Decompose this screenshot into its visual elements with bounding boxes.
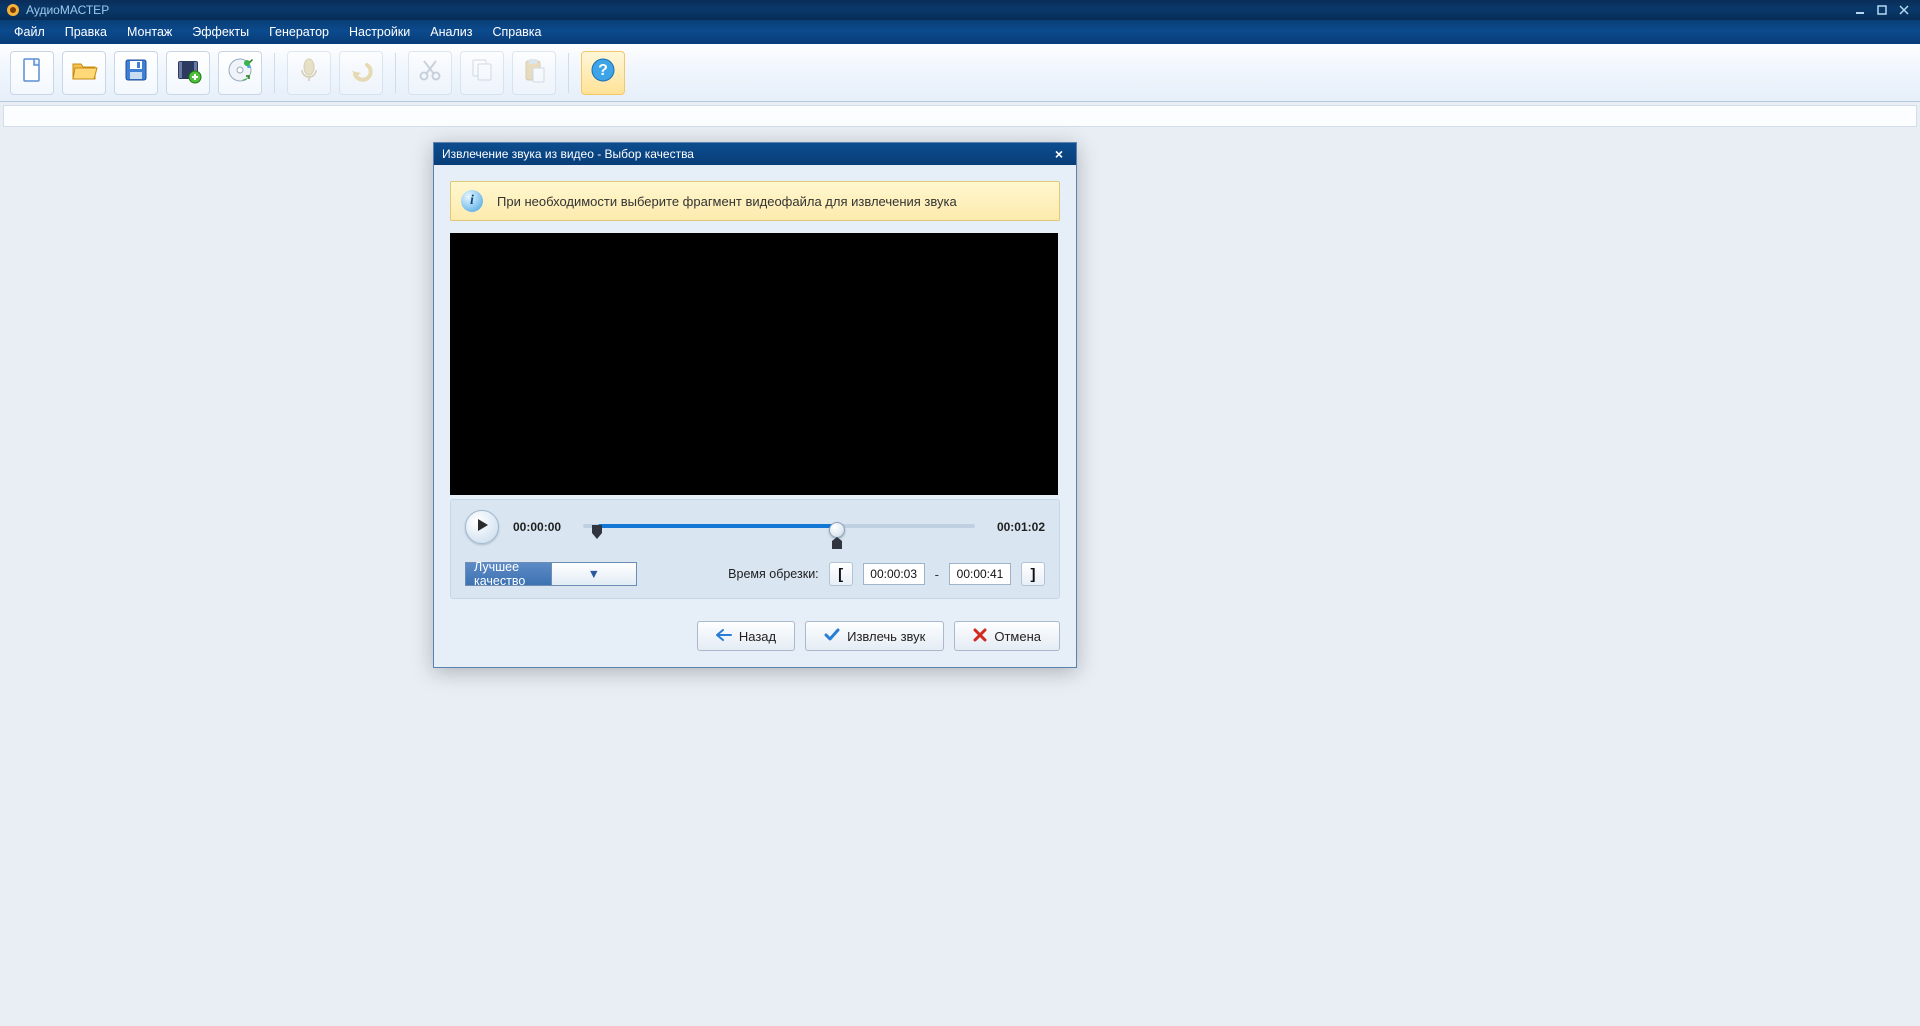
slider-fill (598, 524, 834, 528)
microphone-icon (295, 56, 323, 89)
quality-value: Лучшее качество (466, 560, 551, 588)
menu-generator[interactable]: Генератор (259, 22, 339, 42)
toolbar-separator (568, 53, 569, 93)
app-title: АудиоМАСТЕР (26, 3, 109, 17)
slider-thumb-icon (829, 522, 845, 538)
titlebar: АудиоМАСТЕР (0, 0, 1920, 20)
back-button-label: Назад (739, 629, 776, 644)
undo-icon (347, 56, 375, 89)
dialog-close-button[interactable]: × (1050, 146, 1068, 162)
trim-set-start-button[interactable]: [ (829, 562, 853, 586)
copy-icon (468, 56, 496, 89)
quality-combobox[interactable]: Лучшее качество ▼ (465, 562, 637, 586)
toolbar-help-button[interactable]: ? (581, 51, 625, 95)
svg-text:?: ? (598, 62, 608, 79)
toolbar-save-button[interactable] (114, 51, 158, 95)
menu-help[interactable]: Справка (482, 22, 551, 42)
menubar: Файл Правка Монтаж Эффекты Генератор Нас… (0, 20, 1920, 44)
chevron-down-icon: ▼ (551, 563, 637, 585)
cancel-button-label: Отмена (994, 629, 1041, 644)
cancel-icon (973, 628, 987, 645)
toolbar: ? (0, 44, 1920, 102)
time-total: 00:01:02 (989, 520, 1045, 534)
trim-set-end-button[interactable]: ] (1021, 562, 1045, 586)
help-icon: ? (589, 56, 617, 89)
play-button[interactable] (465, 510, 499, 544)
time-current: 00:00:00 (513, 520, 569, 534)
toolbar-record-button[interactable] (287, 51, 331, 95)
minimize-button[interactable] (1850, 3, 1870, 17)
toolbar-open-button[interactable] (62, 51, 106, 95)
toolbar-cd-button[interactable] (218, 51, 262, 95)
trim-end-marker[interactable] (829, 522, 845, 538)
toolbar-import-video-button[interactable] (166, 51, 210, 95)
menu-edit[interactable]: Правка (55, 22, 117, 42)
toolbar-separator (395, 53, 396, 93)
toolbar-paste-button[interactable] (512, 51, 556, 95)
video-preview (450, 233, 1058, 495)
back-button[interactable]: Назад (697, 621, 795, 651)
extract-button-label: Извлечь звук (847, 629, 925, 644)
trim-start-marker[interactable] (591, 525, 603, 544)
toolbar-undo-button[interactable] (339, 51, 383, 95)
paste-icon (520, 56, 548, 89)
dialog-title: Извлечение звука из видео - Выбор качест… (442, 147, 694, 161)
player-controls: 00:00:00 00:01:02 Лучшее качество (450, 499, 1060, 599)
trim-start-input[interactable] (863, 563, 925, 585)
info-strip (3, 105, 1917, 127)
dialog-footer: Назад Извлечь звук Отмена (434, 609, 1076, 667)
cancel-button[interactable]: Отмена (954, 621, 1060, 651)
menu-settings[interactable]: Настройки (339, 22, 420, 42)
new-file-icon (18, 56, 46, 89)
trim-end-input[interactable] (949, 563, 1011, 585)
seek-slider[interactable] (583, 515, 975, 539)
video-import-icon (174, 56, 202, 89)
dialog-titlebar: Извлечение звука из видео - Выбор качест… (434, 143, 1076, 165)
maximize-button[interactable] (1872, 3, 1892, 17)
scissors-icon (416, 56, 444, 89)
toolbar-cut-button[interactable] (408, 51, 452, 95)
menu-montage[interactable]: Монтаж (117, 22, 182, 42)
extract-button[interactable]: Извлечь звук (805, 621, 944, 651)
close-button[interactable] (1894, 3, 1914, 17)
arrow-left-icon (716, 629, 732, 644)
menu-effects[interactable]: Эффекты (182, 22, 259, 42)
folder-open-icon (70, 56, 98, 89)
dialog-hint-box: i При необходимости выберите фрагмент ви… (450, 181, 1060, 221)
toolbar-new-button[interactable] (10, 51, 54, 95)
extract-audio-dialog: Извлечение звука из видео - Выбор качест… (433, 142, 1077, 668)
trim-label: Время обрезки: (728, 567, 818, 581)
trim-dash: - (935, 567, 939, 582)
play-icon (474, 518, 490, 537)
info-icon: i (461, 190, 483, 212)
toolbar-separator (274, 53, 275, 93)
check-icon (824, 628, 840, 645)
disc-icon (226, 56, 254, 89)
dialog-hint-text: При необходимости выберите фрагмент виде… (497, 194, 957, 209)
menu-analysis[interactable]: Анализ (420, 22, 482, 42)
menu-file[interactable]: Файл (4, 22, 55, 42)
app-logo-icon (6, 3, 20, 17)
save-icon (122, 56, 150, 89)
toolbar-copy-button[interactable] (460, 51, 504, 95)
